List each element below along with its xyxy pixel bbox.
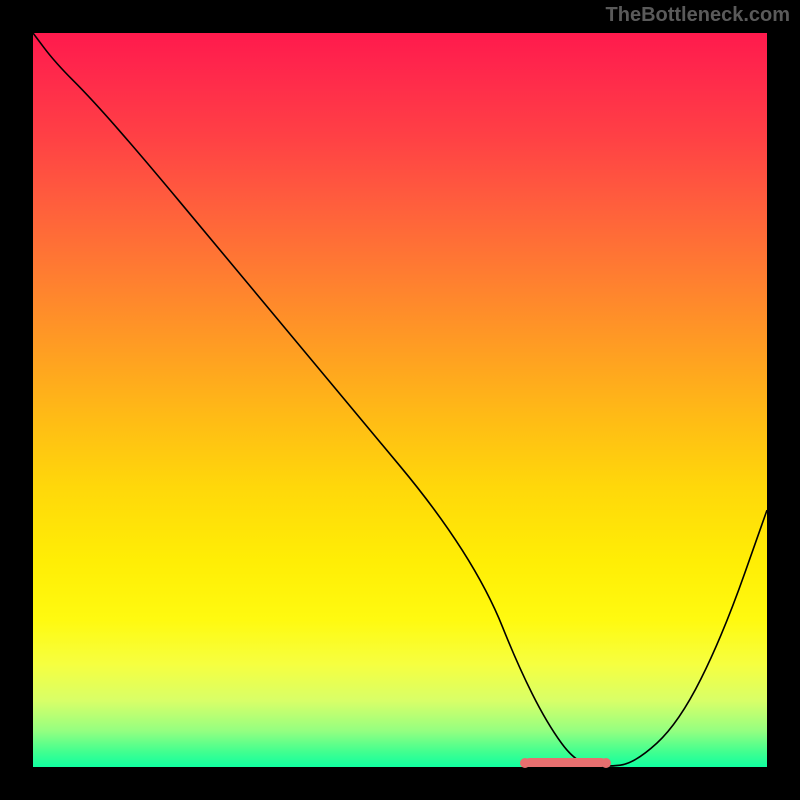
bottleneck-chart: TheBottleneck.com	[0, 0, 800, 800]
bottleneck-curve	[33, 33, 767, 767]
watermark-text: TheBottleneck.com	[606, 4, 790, 27]
optimal-end-dot	[601, 758, 611, 768]
optimal-start-dot	[520, 758, 530, 768]
optimal-range-marker	[525, 758, 606, 767]
plot-area	[33, 33, 767, 767]
